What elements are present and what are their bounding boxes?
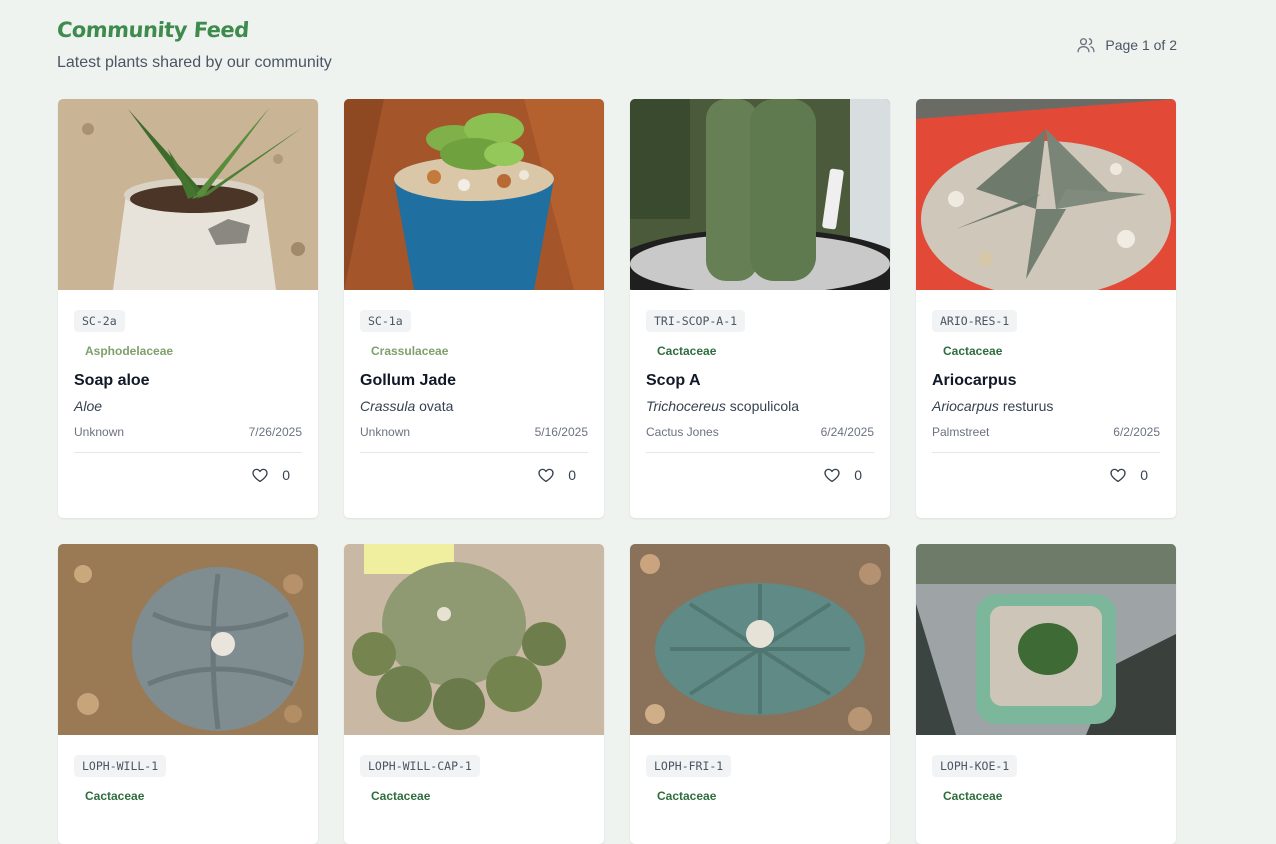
plant-photo[interactable] <box>58 544 318 735</box>
like-button[interactable]: 0 <box>823 466 862 484</box>
family-tag: Cactaceae <box>657 344 717 358</box>
plant-card[interactable]: LOPH-FRI-1 Cactaceae <box>630 544 890 844</box>
plant-owner: Unknown <box>360 425 411 439</box>
plant-card[interactable]: TRI-SCOP-A-1 Cactaceae Scop A Trichocere… <box>630 99 890 518</box>
users-icon <box>1077 38 1095 53</box>
plant-species: Ariocarpus resturus <box>932 398 1053 414</box>
like-button[interactable]: 0 <box>251 466 290 484</box>
plant-photo[interactable] <box>630 544 890 735</box>
card-divider <box>932 452 1160 453</box>
family-tag: Cactaceae <box>371 789 431 803</box>
plant-photo[interactable] <box>58 99 318 290</box>
card-body: SC-1a Crassulaceae Gollum Jade Crassula … <box>344 290 604 518</box>
card-body: SC-2a Asphodelaceae Soap aloe Aloe Unkno… <box>58 290 318 518</box>
plant-date: 5/16/2025 <box>534 425 588 439</box>
plant-date: 6/24/2025 <box>820 425 874 439</box>
plant-species: Trichocereus scopulicola <box>646 398 799 414</box>
card-body: LOPH-FRI-1 Cactaceae <box>630 735 890 844</box>
like-button[interactable]: 0 <box>1109 466 1148 484</box>
heart-icon <box>1110 468 1126 483</box>
family-tag: Cactaceae <box>943 344 1003 358</box>
card-divider <box>646 452 874 453</box>
heart-icon <box>538 468 554 483</box>
card-body: ARIO-RES-1 Cactaceae Ariocarpus Ariocarp… <box>916 290 1176 518</box>
plant-date: 7/26/2025 <box>248 425 302 439</box>
plant-photo[interactable] <box>916 544 1176 735</box>
card-body: LOPH-WILL-1 Cactaceae <box>58 735 318 844</box>
species-epithet: scopulicola <box>729 398 800 414</box>
card-divider <box>74 452 302 453</box>
page-subtitle: Latest plants shared by our community <box>57 54 332 71</box>
heart-icon <box>824 468 840 483</box>
card-body: TRI-SCOP-A-1 Cactaceae Scop A Trichocere… <box>630 290 890 518</box>
species-epithet: ovata <box>419 398 454 414</box>
plant-card[interactable]: SC-2a Asphodelaceae Soap aloe Aloe Unkno… <box>58 99 318 518</box>
genus-name: Trichocereus <box>646 398 726 414</box>
card-divider <box>360 452 588 453</box>
plant-code-badge: LOPH-FRI-1 <box>646 755 732 777</box>
family-tag: Asphodelaceae <box>85 344 174 358</box>
page-title: Community Feed <box>56 18 250 42</box>
pagination-indicator: Page 1 of 2 <box>1076 35 1177 55</box>
plant-name: Ariocarpus <box>932 372 1017 389</box>
family-tag: Cactaceae <box>85 789 145 803</box>
page-header: Community Feed Latest plants shared by o… <box>56 18 1177 78</box>
like-button[interactable]: 0 <box>537 466 576 484</box>
plant-code-badge: TRI-SCOP-A-1 <box>646 310 746 332</box>
family-tag: Cactaceae <box>657 789 717 803</box>
plant-species: Aloe <box>74 398 102 414</box>
plant-card[interactable]: LOPH-WILL-1 Cactaceae <box>58 544 318 844</box>
species-epithet: resturus <box>1002 398 1054 414</box>
genus-name: Crassula <box>360 398 416 414</box>
like-count: 0 <box>1140 467 1148 483</box>
plant-card[interactable]: ARIO-RES-1 Cactaceae Ariocarpus Ariocarp… <box>916 99 1176 518</box>
genus-name: Aloe <box>74 398 103 414</box>
plant-code-badge: SC-2a <box>74 310 125 332</box>
plant-photo[interactable] <box>630 99 890 290</box>
plant-code-badge: LOPH-WILL-CAP-1 <box>360 755 480 777</box>
plant-photo[interactable] <box>344 99 604 290</box>
plant-date: 6/2/2025 <box>1113 425 1160 439</box>
plant-name: Soap aloe <box>74 372 150 389</box>
plant-card[interactable]: SC-1a Crassulaceae Gollum Jade Crassula … <box>344 99 604 518</box>
like-count: 0 <box>568 467 576 483</box>
plant-code-badge: LOPH-KOE-1 <box>932 755 1018 777</box>
plant-code-badge: SC-1a <box>360 310 411 332</box>
plant-card[interactable]: LOPH-WILL-CAP-1 Cactaceae <box>344 544 604 844</box>
heart-icon <box>252 468 268 483</box>
plant-species: Crassula ovata <box>360 398 453 414</box>
card-body: LOPH-WILL-CAP-1 Cactaceae <box>344 735 604 844</box>
plant-name: Scop A <box>646 372 701 389</box>
like-count: 0 <box>854 467 862 483</box>
family-tag: Cactaceae <box>943 789 1003 803</box>
card-body: LOPH-KOE-1 Cactaceae <box>916 735 1176 844</box>
plant-photo[interactable] <box>916 99 1176 290</box>
plant-code-badge: ARIO-RES-1 <box>932 310 1018 332</box>
plant-card[interactable]: LOPH-KOE-1 Cactaceae <box>916 544 1176 844</box>
family-tag: Crassulaceae <box>371 344 449 358</box>
plant-owner: Cactus Jones <box>646 425 719 439</box>
pagination-label: Page 1 of 2 <box>1105 37 1177 53</box>
genus-name: Ariocarpus <box>932 398 999 414</box>
plant-owner: Palmstreet <box>932 425 990 439</box>
plant-name: Gollum Jade <box>360 372 457 389</box>
plant-owner: Unknown <box>74 425 125 439</box>
plant-code-badge: LOPH-WILL-1 <box>74 755 167 777</box>
like-count: 0 <box>282 467 290 483</box>
plant-photo[interactable] <box>344 544 604 735</box>
